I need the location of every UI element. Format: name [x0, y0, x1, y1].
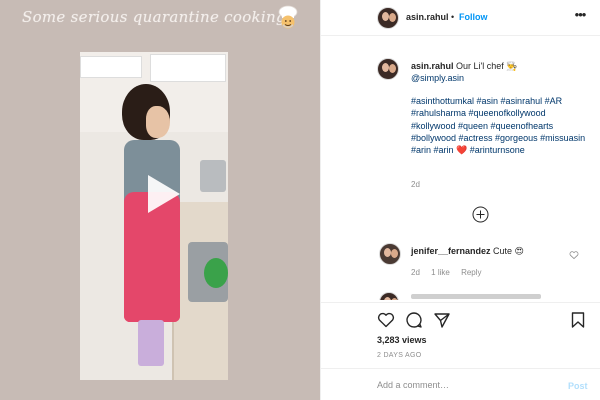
caption-text: Our Li'l chef 👨‍🍳 — [456, 61, 518, 71]
comment-avatar[interactable] — [379, 243, 401, 265]
more-options-icon[interactable]: ••• — [573, 7, 587, 27]
header-username[interactable]: asin.rahul — [406, 12, 449, 22]
comment-input[interactable] — [377, 377, 557, 393]
add-comment-bar: Post — [321, 368, 600, 400]
view-count[interactable]: 3,283 views — [377, 335, 427, 345]
post-caption: asin.rahul Our Li'l chef 👨‍🍳 @simply.asi… — [411, 60, 591, 157]
comment-likes[interactable]: 1 like — [431, 268, 450, 277]
comment-meta: 2d 1 like Reply — [411, 268, 491, 277]
caption-timestamp: 2d — [411, 180, 420, 189]
heart-icon[interactable] — [377, 311, 395, 329]
comment: jenifer__fernandez Cute 😍 — [411, 246, 571, 257]
comment-partial — [379, 292, 579, 300]
plus-circle-icon[interactable] — [472, 206, 489, 223]
play-icon[interactable] — [140, 172, 184, 216]
share-icon[interactable] — [433, 311, 451, 329]
follow-button[interactable]: Follow — [459, 12, 488, 22]
comment-username[interactable]: jenifer__fernandez — [411, 246, 491, 256]
video-player[interactable] — [80, 52, 228, 380]
comment-text: Cute 😍 — [493, 246, 524, 256]
post-details-panel: asin.rahul • Follow ••• asin.rahul Our L… — [320, 0, 600, 400]
post-date: 2 DAYS AGO — [377, 352, 422, 359]
caption-mention[interactable]: @simply.asin — [411, 73, 464, 83]
comment-heart-icon[interactable] — [569, 250, 579, 260]
comment-icon[interactable] — [405, 311, 423, 329]
comment-reply-button[interactable]: Reply — [461, 268, 481, 277]
caption-avatar[interactable] — [377, 58, 399, 80]
chef-emoji-icon — [278, 5, 298, 29]
header-separator: • — [451, 12, 455, 22]
avatar[interactable] — [377, 7, 399, 29]
post-header: asin.rahul • Follow ••• — [321, 0, 600, 36]
story-overlay-text: Some serious quarantine cooking — [22, 8, 286, 26]
caption-username[interactable]: asin.rahul — [411, 61, 454, 71]
caption-hashtags[interactable]: #asinthottumkal #asin #asinrahul #AR #ra… — [411, 95, 591, 157]
post-comment-button[interactable]: Post — [568, 381, 588, 391]
bookmark-icon[interactable] — [569, 311, 587, 329]
post-media: Some serious quarantine cooking — [0, 0, 320, 400]
comment-timestamp: 2d — [411, 268, 420, 277]
